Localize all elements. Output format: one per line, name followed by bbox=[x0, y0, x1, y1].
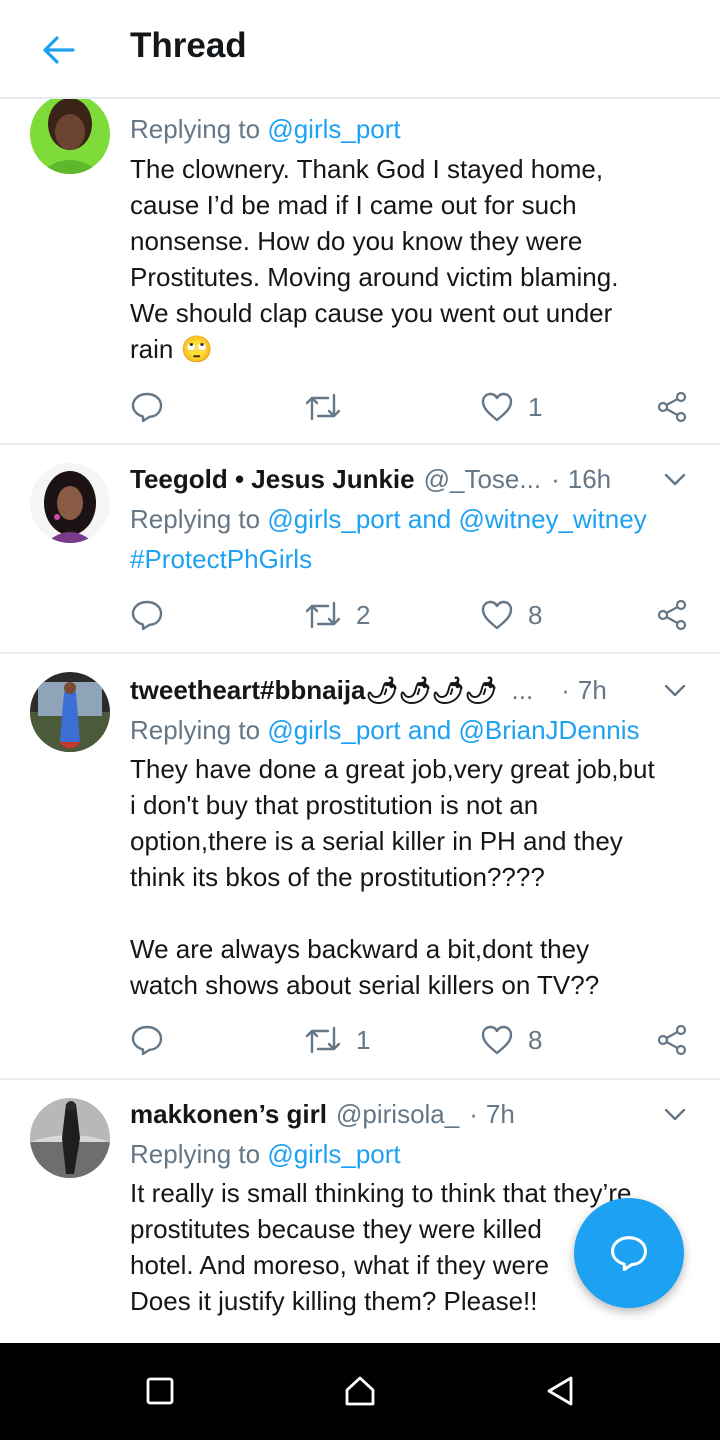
heart-icon bbox=[481, 1025, 513, 1055]
thread-feed[interactable]: Replying to @girls_port The clownery. Th… bbox=[0, 99, 720, 1343]
separator-dot: · bbox=[469, 1098, 478, 1129]
tweet-actions: 1 bbox=[130, 387, 690, 427]
replying-to: Replying to @girls_port and @witney_witn… bbox=[130, 499, 690, 539]
home-icon bbox=[345, 1376, 375, 1406]
replying-to: Replying to @girls_port and @BrianJDenni… bbox=[130, 710, 690, 750]
reply-button[interactable] bbox=[130, 1020, 164, 1060]
replying-to: Replying to @girls_port bbox=[130, 109, 690, 149]
like-button[interactable]: 1 bbox=[480, 387, 542, 427]
tweet-header: tweetheart#bbnaija🌶🌶🌶🌶 ... · 7h bbox=[130, 670, 690, 710]
tweet-text: The clownery. Thank God I stayed home, c… bbox=[130, 154, 619, 364]
retweet-count: 2 bbox=[356, 599, 371, 630]
tweet-menu-button[interactable] bbox=[660, 465, 690, 495]
avatar[interactable] bbox=[30, 99, 110, 174]
share-icon bbox=[657, 1024, 687, 1056]
reply-to-link[interactable]: @girls_port bbox=[267, 1139, 400, 1169]
user-handle[interactable]: @_Tose... bbox=[424, 464, 541, 495]
share-button[interactable] bbox=[656, 1020, 688, 1060]
like-count: 1 bbox=[528, 391, 543, 422]
display-name[interactable]: tweetheart#bbnaija🌶🌶🌶🌶 bbox=[130, 675, 498, 706]
retweet-button[interactable]: 2 bbox=[304, 595, 370, 635]
reply-button[interactable] bbox=[130, 595, 164, 635]
retweet-count: 1 bbox=[356, 1024, 371, 1055]
replying-to-label: Replying to bbox=[130, 1139, 268, 1169]
tweet-divider bbox=[0, 652, 720, 654]
user-handle-ellipsis[interactable]: ... bbox=[512, 675, 534, 706]
separator-dot: · bbox=[561, 674, 570, 705]
share-icon bbox=[657, 391, 687, 423]
share-button[interactable] bbox=[656, 595, 688, 635]
share-button[interactable] bbox=[656, 387, 688, 427]
retweet-icon bbox=[305, 393, 341, 421]
heart-icon bbox=[481, 392, 513, 422]
replying-to-label: Replying to bbox=[130, 504, 268, 534]
tweet-header: Teegold • Jesus Junkie @_Tose... · 16h bbox=[130, 459, 690, 499]
avatar[interactable] bbox=[30, 463, 110, 543]
heart-icon bbox=[481, 600, 513, 630]
tweet-time: 7h bbox=[577, 674, 607, 705]
compose-reply-button[interactable] bbox=[574, 1198, 684, 1308]
page-title: Thread bbox=[130, 26, 247, 65]
recents-button[interactable] bbox=[138, 1369, 182, 1413]
retweet-icon bbox=[305, 601, 341, 629]
reply-button[interactable] bbox=[130, 387, 164, 427]
avatar[interactable] bbox=[30, 1098, 110, 1178]
tweet-time: 16h bbox=[567, 463, 612, 494]
reply-icon bbox=[131, 392, 163, 423]
chevron-down-icon bbox=[664, 1108, 686, 1121]
avatar[interactable] bbox=[30, 672, 110, 752]
separator-dot: · bbox=[551, 463, 560, 494]
tweet-text: They have done a great job,very great jo… bbox=[130, 754, 655, 1000]
replying-to-label: Replying to bbox=[130, 114, 268, 144]
retweet-button[interactable] bbox=[304, 387, 356, 427]
reply-icon bbox=[611, 1236, 647, 1271]
system-navigation-bar bbox=[0, 1343, 720, 1440]
tweet-divider bbox=[0, 443, 720, 445]
retweet-button[interactable]: 1 bbox=[304, 1020, 370, 1060]
like-button[interactable]: 8 bbox=[480, 595, 542, 635]
arrow-left-icon bbox=[43, 36, 75, 64]
back-nav-button[interactable] bbox=[538, 1369, 582, 1413]
back-button[interactable] bbox=[36, 28, 80, 72]
reply-to-link[interactable]: @girls_port bbox=[267, 114, 400, 144]
reply-icon bbox=[131, 1025, 163, 1056]
like-count: 8 bbox=[528, 1024, 543, 1055]
tweet-actions: 1 8 bbox=[130, 1020, 690, 1060]
tweet-header: makkonen’s girl @pirisola_ · 7h bbox=[130, 1094, 690, 1134]
like-button[interactable]: 8 bbox=[480, 1020, 542, 1060]
tweet-menu-button[interactable] bbox=[660, 1100, 690, 1130]
top-app-bar: Thread bbox=[0, 0, 720, 99]
replying-to-label: Replying to bbox=[130, 715, 268, 745]
recents-square-icon bbox=[146, 1377, 174, 1405]
reply-to-link[interactable]: @girls_port and @witney_witney bbox=[267, 504, 646, 534]
reply-icon bbox=[131, 600, 163, 631]
tweet-menu-button[interactable] bbox=[660, 676, 690, 706]
display-name[interactable]: makkonen’s girl bbox=[130, 1099, 327, 1130]
home-button[interactable] bbox=[338, 1369, 382, 1413]
reply-to-link[interactable]: @girls_port and @BrianJDennis bbox=[267, 715, 639, 745]
hashtag-link[interactable]: #ProtectPhGirls bbox=[130, 544, 312, 574]
retweet-icon bbox=[305, 1026, 341, 1054]
display-name[interactable]: Teegold • Jesus Junkie bbox=[130, 464, 415, 495]
tweet-divider bbox=[0, 1078, 720, 1080]
back-triangle-icon bbox=[547, 1376, 573, 1406]
chevron-down-icon bbox=[664, 473, 686, 486]
share-icon bbox=[657, 599, 687, 631]
tweet-text: #ProtectPhGirls bbox=[130, 541, 694, 577]
replying-to: Replying to @girls_port bbox=[130, 1134, 690, 1174]
chevron-down-icon bbox=[664, 684, 686, 697]
tweet-time: 7h bbox=[485, 1098, 515, 1129]
user-handle[interactable]: @pirisola_ bbox=[336, 1099, 459, 1130]
like-count: 8 bbox=[528, 599, 543, 630]
tweet-actions: 2 8 bbox=[130, 595, 690, 635]
